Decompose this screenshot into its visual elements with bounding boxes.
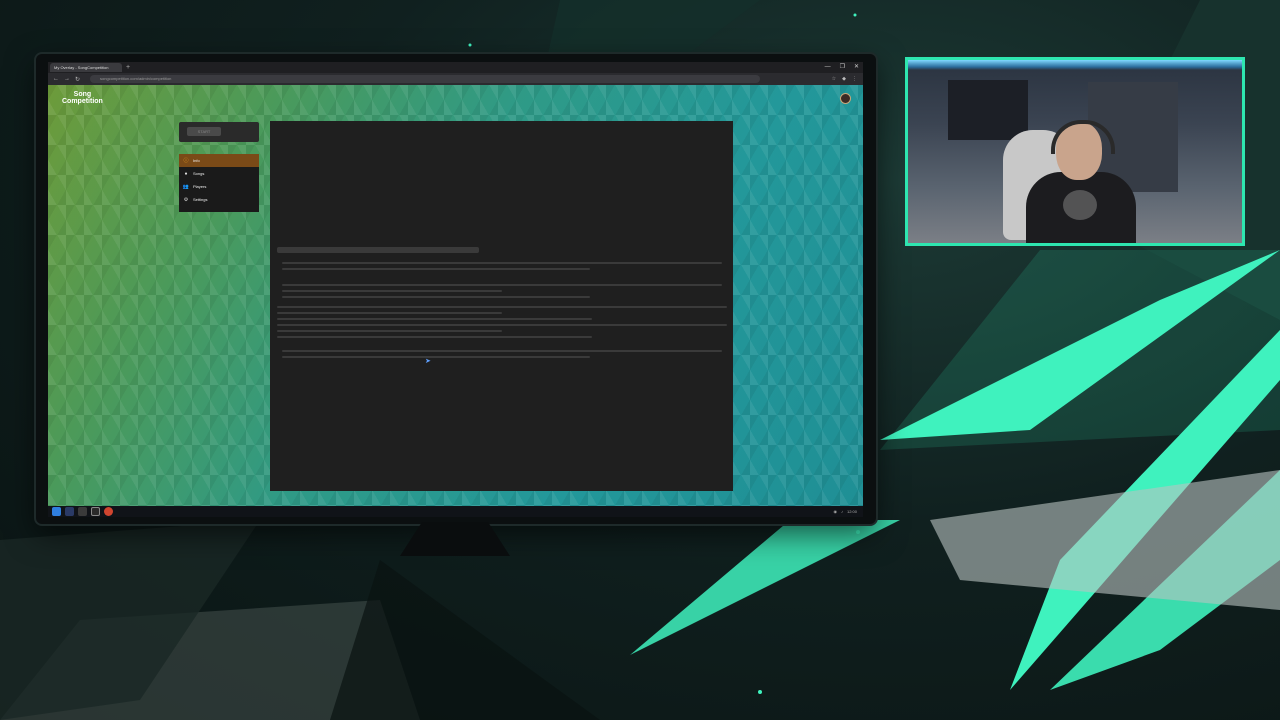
system-tray: ◉ ♪ 12:00 (833, 506, 857, 517)
logo-line-2: Competition (62, 98, 103, 105)
loading-line-placeholder (277, 318, 592, 320)
browser-app-icon[interactable] (104, 507, 113, 516)
content-panel: ➤ (270, 121, 733, 491)
forward-icon[interactable]: → (64, 76, 70, 82)
webcam-overlay (905, 57, 1245, 246)
loading-line-placeholder (282, 268, 590, 270)
browser-tab[interactable]: My Overlay - SongCompetition (50, 63, 122, 72)
desktop-screen: My Overlay - SongCompetition + — ❐ ✕ ← →… (48, 62, 863, 517)
loading-line-placeholder (277, 336, 592, 338)
start-button[interactable]: START (187, 127, 221, 136)
app-icon[interactable] (91, 507, 100, 516)
window-controls: — ❐ ✕ (825, 62, 859, 73)
extensions-icon[interactable]: ◆ (842, 73, 846, 85)
loading-line-placeholder (282, 262, 722, 264)
network-icon[interactable]: ◉ (833, 506, 837, 517)
menu-item-players[interactable]: 👥 Players (179, 180, 259, 193)
menu-item-songs[interactable]: ● Songs (179, 167, 259, 180)
mouse-cursor-icon: ➤ (425, 358, 431, 365)
back-icon[interactable]: ← (53, 76, 59, 82)
search-icon[interactable] (65, 507, 74, 516)
menu-item-label: Players (193, 184, 207, 189)
users-icon: 👥 (182, 183, 190, 190)
task-view-icon[interactable] (78, 507, 87, 516)
windows-start-icon[interactable] (52, 507, 61, 516)
loading-line-placeholder (282, 290, 502, 292)
loading-line-placeholder (277, 306, 727, 308)
menu-item-info[interactable]: ⓘ Info (179, 154, 259, 167)
music-icon: ● (184, 170, 188, 177)
shirt-print (1063, 190, 1097, 220)
loading-line-placeholder (282, 296, 590, 298)
led-strip (908, 60, 1242, 70)
address-bar[interactable]: songcompetition.com/admin/competition (90, 75, 761, 83)
loading-line-placeholder (277, 324, 727, 326)
clock[interactable]: 12:00 (847, 506, 857, 517)
info-icon: ⓘ (183, 158, 189, 164)
loading-line-placeholder (282, 284, 722, 286)
browser-toolbar: ← → ↻ songcompetition.com/admin/competit… (48, 73, 863, 85)
browser-tab-bar: My Overlay - SongCompetition + — ❐ ✕ (48, 62, 863, 73)
loading-line-placeholder (277, 330, 502, 332)
avatar[interactable] (840, 93, 851, 104)
menu-item-settings[interactable]: ⚙ Settings (179, 193, 259, 206)
menu-icon[interactable]: ⋮ (852, 73, 857, 85)
menu-item-label: Info (193, 158, 200, 163)
loading-title-placeholder (277, 247, 479, 253)
volume-icon[interactable]: ♪ (841, 506, 843, 517)
reload-icon[interactable]: ↻ (75, 76, 80, 83)
gear-icon: ⚙ (183, 196, 189, 203)
menu-item-label: Settings (193, 197, 208, 202)
shelf (948, 80, 1028, 140)
side-menu: ⓘ Info ● Songs 👥 Players ⚙ Settings (179, 154, 259, 212)
loading-line-placeholder (282, 356, 590, 358)
loading-line-placeholder (277, 312, 502, 314)
logo-line-1: Song (73, 91, 92, 98)
new-tab-button[interactable]: + (126, 63, 130, 72)
menu-item-label: Songs (193, 171, 205, 176)
close-window-button[interactable]: ✕ (854, 62, 859, 73)
toolbar-icons: ☆ ◆ ⋮ (832, 73, 857, 85)
bookmark-icon[interactable]: ☆ (832, 73, 836, 85)
loading-line-placeholder (282, 350, 722, 352)
web-page: Song Competition START ⓘ Info ● Songs 👥 … (48, 85, 863, 506)
minimize-button[interactable]: — (825, 62, 831, 73)
site-logo[interactable]: Song Competition (62, 91, 103, 105)
taskbar: ◉ ♪ 12:00 (48, 506, 863, 517)
maximize-button[interactable]: ❐ (840, 62, 845, 73)
start-button-container: START (179, 122, 259, 142)
